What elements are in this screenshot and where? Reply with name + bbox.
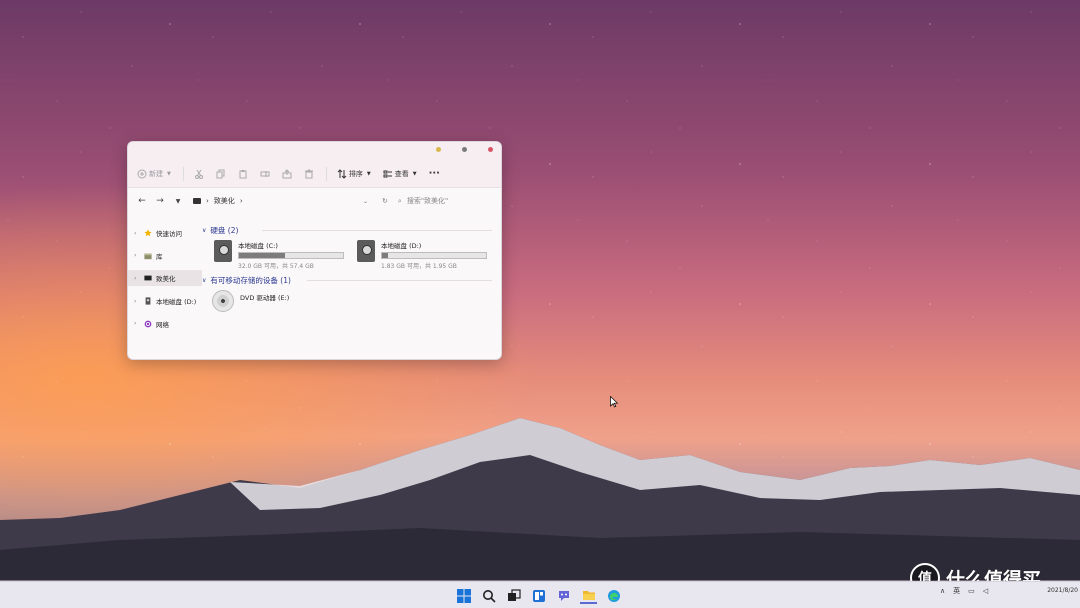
sort-button[interactable]: 排序 ▼ [337,168,371,179]
star-icon [144,229,152,237]
view-list-icon [383,170,392,177]
section-removable-storage[interactable]: ∨ 有可移动存储的设备 (1) [202,275,492,286]
section-hard-disks[interactable]: ∨ 硬盘 (2) [202,225,492,236]
chevron-down-icon: ▼ [167,170,171,177]
more-options-button[interactable]: ··· [429,168,440,179]
copy-icon [216,169,225,178]
recent-locations-chevron-icon[interactable]: ▼ [171,198,185,205]
sidebar-item-quick-access[interactable]: › 快速访问 [128,225,202,241]
minimize-button[interactable] [436,147,441,152]
hard-drive-icon [357,240,375,262]
forward-arrow-icon[interactable]: → [153,196,167,206]
address-bar: ← → ▼ › 致美化 › ⌄ ↻ ⌕ 搜索"致美化" [128,188,501,214]
share-button[interactable] [282,168,292,179]
clock-date: 2021/8/20 [1047,587,1078,594]
back-arrow-icon[interactable]: ← [135,196,149,206]
chevron-down-icon: ∨ [202,227,207,234]
input-language[interactable]: 英 [953,586,960,596]
capacity-bar [238,252,344,259]
copy-button[interactable] [216,169,226,179]
task-view-icon[interactable] [505,587,522,604]
view-button[interactable]: 查看 ▼ [383,169,417,179]
drive-c[interactable]: 本地磁盘 (C:) 32.0 GB 可用，共 57.4 GB [214,240,344,270]
this-pc-icon [193,198,201,204]
chevron-down-icon: ▼ [366,170,371,177]
content-pane: ∨ 硬盘 (2) 本地磁盘 (C:) 32.0 GB 可用，共 57.4 GB … [202,215,501,359]
file-explorer-icon[interactable] [580,587,597,604]
sidebar-item-network[interactable]: › 网络 [128,316,202,332]
paste-button[interactable] [238,169,248,179]
chevron-right-icon[interactable]: › [134,275,144,282]
widgets-icon[interactable] [530,587,547,604]
rename-button[interactable] [260,169,270,179]
chevron-right-icon[interactable]: › [134,252,144,259]
chat-icon[interactable] [555,587,572,604]
scissors-icon [194,169,203,179]
close-button[interactable] [488,147,493,152]
drive-d[interactable]: 本地磁盘 (D:) 1.83 GB 可用，共 1.95 GB [357,240,487,270]
search-placeholder: 搜索"致美化" [406,197,449,205]
taskbar-apps [455,587,622,604]
hard-drive-icon [214,240,232,262]
command-bar: 新建 ▼ 排序 ▼ 查看 ▼ ··· [128,160,501,188]
edge-icon[interactable] [605,587,622,604]
network-icon [144,320,152,328]
maximize-button[interactable] [462,147,467,152]
breadcrumb-separator-icon: › [239,197,243,205]
explorer-body: › 快速访问 › 库 › 致美化 › 本地磁盘 (D:) › 网络 ∨ 硬盘 (… [128,215,501,359]
file-explorer-window[interactable]: 新建 ▼ 排序 ▼ 查看 ▼ ··· ← → ▼ › 致美化 › ⌄ ↻ ⌕ 搜… [127,141,502,360]
navigation-pane: › 快速访问 › 库 › 致美化 › 本地磁盘 (D:) › 网络 [128,215,202,359]
dvd-disc-icon [212,290,234,312]
system-tray: ∧ 英 ▭ ◁ [940,586,988,596]
library-icon [144,252,152,260]
sidebar-item-library[interactable]: › 库 [128,248,202,264]
search-box[interactable]: ⌕ 搜索"致美化" [398,196,448,206]
trash-icon [304,169,313,178]
clock[interactable]: 2021/8/20 [1022,586,1078,596]
refresh-icon[interactable]: ↻ [382,197,388,205]
sort-icon [337,168,347,179]
chevron-up-icon[interactable]: ∧ [940,587,945,595]
clipboard-icon [239,169,247,178]
capacity-fill [239,253,285,258]
address-dropdown-icon[interactable]: ⌄ [363,198,368,205]
search-icon[interactable] [480,587,497,604]
divider [262,230,492,231]
plus-circle-icon [137,169,147,178]
drive-icon [144,297,152,305]
delete-button[interactable] [304,169,314,179]
mountain-range [0,418,1080,580]
sidebar-item-local-disk-d[interactable]: › 本地磁盘 (D:) [128,293,202,309]
capacity-bar [381,252,487,259]
cut-button[interactable] [194,169,204,179]
windows-start-icon[interactable] [455,587,472,604]
drive-dvd-e[interactable]: DVD 驱动器 (E:) [212,290,289,312]
chevron-down-icon: ▼ [412,170,417,177]
divider [307,280,492,281]
chevron-right-icon[interactable]: › [134,230,144,237]
breadcrumb-folder[interactable]: 致美化 [214,196,235,206]
search-icon: ⌕ [397,196,402,205]
volume-icon[interactable]: ◁ [983,587,988,595]
chevron-down-icon: ∨ [202,277,207,284]
mouse-pointer-icon [610,396,618,408]
share-icon [282,168,292,178]
new-button[interactable]: 新建 ▼ [137,169,171,179]
network-status-icon[interactable]: ▭ [968,587,975,595]
divider [182,166,184,181]
chevron-right-icon[interactable]: › [134,320,144,327]
capacity-fill [382,253,389,258]
title-bar[interactable] [128,142,501,160]
breadcrumb[interactable]: › 致美化 › [193,196,363,206]
taskbar: ∧ 英 ▭ ◁ 2021/8/20 [0,581,1080,608]
sidebar-item-zhimeihua[interactable]: › 致美化 [128,270,202,287]
breadcrumb-separator-icon: › [206,197,209,205]
chevron-right-icon[interactable]: › [134,298,144,305]
divider [325,166,327,181]
rename-icon [260,170,270,177]
folder-icon [144,274,152,282]
